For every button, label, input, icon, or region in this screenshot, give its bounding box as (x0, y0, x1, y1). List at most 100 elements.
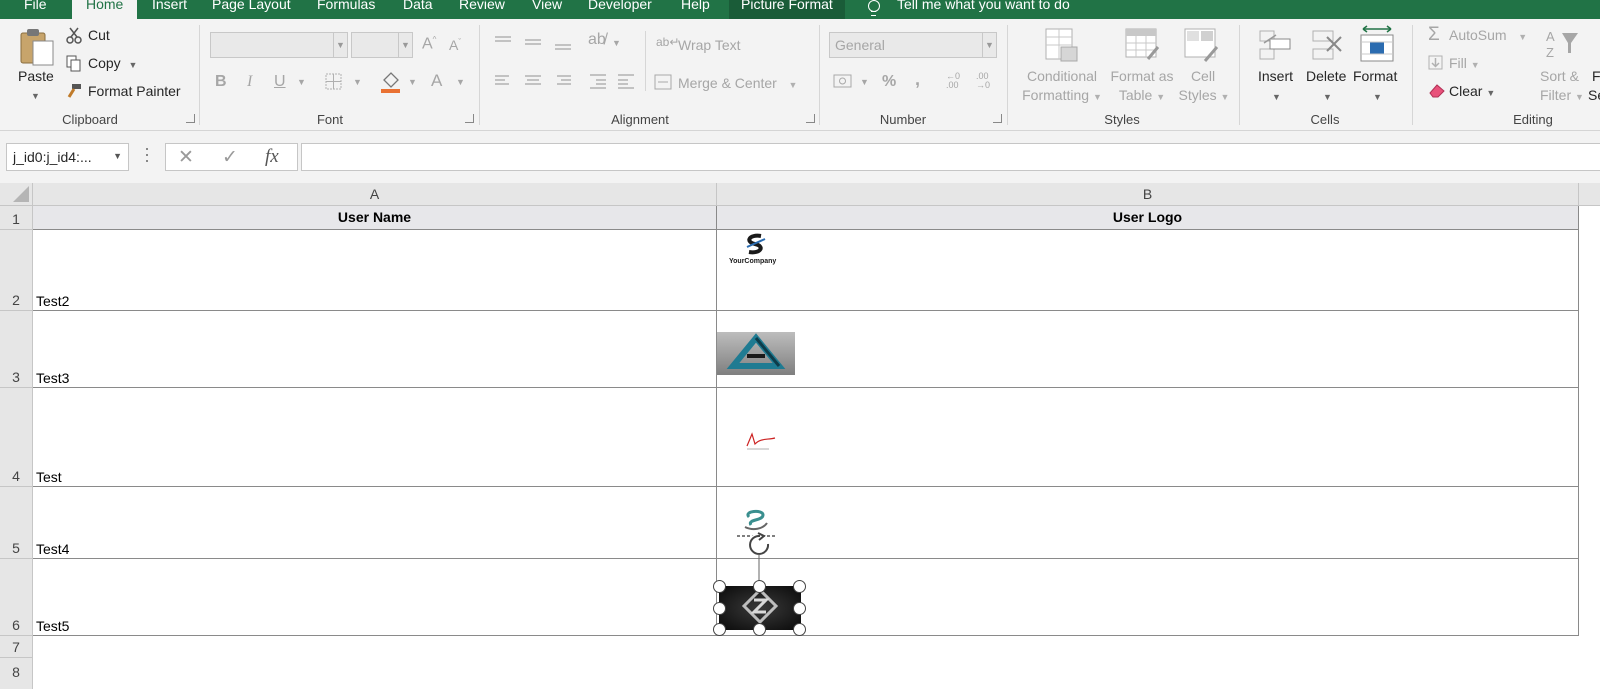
conditional-formatting-label-2[interactable]: Formatting ▼ (1019, 87, 1105, 103)
clear-button[interactable]: Clear ▼ (1449, 83, 1495, 99)
paste-icon[interactable] (18, 27, 56, 67)
find-select-button[interactable]: F (1592, 68, 1600, 84)
tell-me-search[interactable]: Tell me what you want to do (897, 0, 1070, 19)
borders-dropdown[interactable]: ▼ (353, 77, 362, 87)
increase-font-icon[interactable]: A^ (422, 35, 436, 53)
paste-button[interactable]: Paste (18, 68, 54, 84)
cell-b5[interactable] (717, 487, 1579, 559)
indent-icons[interactable] (588, 73, 638, 91)
number-format-combo[interactable]: General ▼ (829, 32, 997, 58)
resize-handle-bottom-left[interactable] (713, 623, 726, 636)
formula-bar-grip-icon[interactable] (145, 148, 149, 166)
resize-handle-top-left[interactable] (713, 580, 726, 593)
sort-filter-button[interactable]: Sort & (1540, 68, 1579, 84)
tab-data[interactable]: Data (403, 0, 433, 19)
insert-cells-icon[interactable] (1258, 27, 1292, 63)
tab-insert[interactable]: Insert (152, 0, 187, 19)
formula-input[interactable] (301, 143, 1600, 171)
accounting-dropdown[interactable]: ▼ (860, 77, 869, 87)
rotate-handle-icon[interactable] (746, 532, 776, 584)
orientation-dropdown[interactable]: ▼ (612, 38, 621, 48)
format-as-table-label-2[interactable]: Table ▼ (1104, 87, 1180, 103)
vertical-align-icons[interactable] (493, 35, 583, 51)
tab-page-layout[interactable]: Page Layout (212, 0, 291, 19)
alignment-launcher-icon[interactable] (806, 114, 815, 123)
fill-color-dropdown[interactable]: ▼ (408, 77, 417, 87)
decrease-font-icon[interactable]: Aˇ (449, 37, 461, 53)
row-header-8[interactable]: 8 (0, 658, 33, 689)
cell-styles-icon[interactable] (1183, 27, 1219, 63)
cell-b2[interactable] (717, 230, 1579, 311)
row-header-3[interactable]: 3 (0, 311, 33, 388)
row-header-6[interactable]: 6 (0, 559, 33, 636)
font-name-combo[interactable]: ▼ (210, 32, 348, 58)
logo-image-1[interactable]: YourCompany (717, 230, 795, 272)
italic-button[interactable]: I (247, 73, 252, 91)
cell-b6[interactable] (717, 559, 1579, 636)
resize-handle-top[interactable] (753, 580, 766, 593)
accounting-format-icon[interactable] (833, 73, 855, 91)
column-header-a[interactable]: A (33, 183, 717, 206)
font-size-combo[interactable]: ▼ (351, 32, 413, 58)
copy-button[interactable]: Copy ▼ (88, 55, 137, 71)
tab-formulas[interactable]: Formulas (317, 0, 375, 19)
tab-developer[interactable]: Developer (588, 0, 652, 19)
tab-review[interactable]: Review (459, 0, 505, 19)
underline-button[interactable]: U (274, 73, 286, 91)
merge-center-icon[interactable] (654, 74, 672, 90)
font-color-button[interactable]: A (431, 71, 442, 91)
row-header-1[interactable]: 1 (0, 206, 33, 230)
column-header-b[interactable]: B (717, 183, 1579, 206)
cell-a5[interactable]: Test4 (33, 487, 717, 559)
resize-handle-left[interactable] (713, 602, 726, 615)
row-header-2[interactable]: 2 (0, 230, 33, 311)
fill-down-icon[interactable] (1428, 55, 1444, 71)
row-header-5[interactable]: 5 (0, 487, 33, 559)
column-header-empty[interactable] (1579, 183, 1600, 206)
resize-handle-right[interactable] (793, 602, 806, 615)
format-dropdown[interactable]: ▼ (1373, 87, 1382, 103)
resize-handle-bottom[interactable] (753, 623, 766, 636)
tab-picture-format[interactable]: Picture Format (729, 0, 845, 19)
percent-style-button[interactable]: % (882, 73, 896, 91)
font-color-dropdown[interactable]: ▼ (456, 77, 465, 87)
delete-cells-icon[interactable] (1311, 27, 1345, 63)
tab-view[interactable]: View (532, 0, 562, 19)
cut-button[interactable]: Cut (88, 27, 110, 43)
format-as-table-button[interactable]: Format as (1104, 68, 1180, 84)
bold-button[interactable]: B (215, 73, 227, 91)
conditional-formatting-button[interactable]: Conditional (1019, 68, 1105, 84)
insert-dropdown[interactable]: ▼ (1272, 87, 1281, 103)
clipboard-launcher-icon[interactable] (186, 114, 195, 123)
format-painter-button[interactable]: Format Painter (88, 83, 181, 99)
cell-styles-label-2[interactable]: Styles ▼ (1176, 87, 1232, 103)
name-box[interactable]: j_id0:j_id4:... ▼ (6, 143, 129, 171)
merge-center-button[interactable]: Merge & Center ▼ (678, 75, 797, 91)
comma-style-button[interactable]: , (915, 69, 920, 90)
format-button[interactable]: Format (1353, 68, 1397, 84)
cell-a1[interactable]: User Name (33, 206, 717, 230)
borders-icon[interactable] (325, 73, 343, 91)
cell-a3[interactable]: Test3 (33, 311, 717, 388)
cell-styles-button[interactable]: Cell (1183, 68, 1223, 84)
logo-image-2[interactable] (717, 332, 795, 375)
fill-color-icon[interactable] (380, 70, 402, 94)
enter-icon[interactable]: ✓ (222, 146, 238, 169)
resize-handle-bottom-right[interactable] (793, 623, 806, 636)
row-header-7[interactable]: 7 (0, 636, 33, 658)
cell-b3[interactable] (717, 311, 1579, 388)
wrap-text-icon[interactable]: ab↵ (656, 35, 679, 49)
tab-file[interactable]: File (24, 0, 47, 19)
insert-function-button[interactable]: fx (265, 146, 279, 168)
resize-handle-top-right[interactable] (793, 580, 806, 593)
cancel-icon[interactable]: ✕ (178, 146, 194, 169)
cell-a6[interactable]: Test5 (33, 559, 717, 636)
eraser-icon[interactable] (1428, 82, 1446, 98)
conditional-formatting-icon[interactable] (1044, 27, 1080, 63)
orientation-icon[interactable]: ab̸ (588, 31, 606, 49)
logo-image-3[interactable] (717, 428, 795, 458)
paste-dropdown[interactable]: ▼ (31, 86, 40, 102)
find-select-label-2[interactable]: Se (1588, 87, 1600, 103)
fill-button[interactable]: Fill ▼ (1449, 55, 1480, 71)
number-launcher-icon[interactable] (993, 114, 1002, 123)
